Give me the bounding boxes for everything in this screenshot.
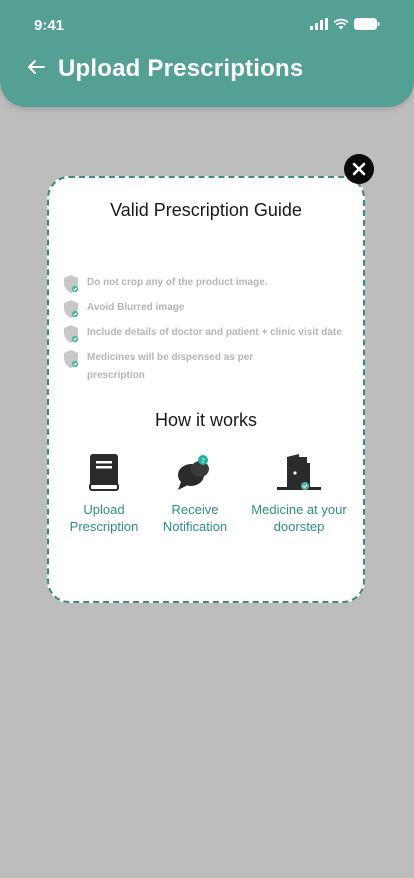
step-receive-notification: 2 Receive Notification [155,453,235,535]
rules-list: Do not crop any of the product image. Av… [63,274,363,392]
shield-check-icon [64,350,79,368]
status-icons [310,17,380,31]
signal-icon [310,18,328,30]
how-it-works-steps: Upload Prescription 2 Receive Notificati… [49,453,363,553]
rule-item: Do not crop any of the product image. [63,274,363,293]
step-label: Upload Prescription [69,502,139,534]
rule-text: Avoid Blurred image [87,302,185,313]
prescription-guide-modal: Valid Prescription Guide Do not crop any… [47,176,365,603]
page-title: Upload Prescriptions [58,55,304,82]
door-icon [277,454,321,490]
chat-notification-icon: 2 [178,455,209,490]
guide-title: Valid Prescription Guide [110,200,302,220]
rule-item: Avoid Blurred image [63,299,363,318]
wifi-icon [333,18,349,30]
rule-text: Do not crop any of the product image. [87,277,268,288]
step-label: Medicine at your doorstep [251,502,347,534]
book-icon [89,454,119,491]
rule-item: Include details of doctor and patient + … [63,324,363,343]
close-modal-button[interactable] [344,154,374,184]
back-arrow-icon[interactable] [24,55,48,79]
battery-icon [354,18,380,30]
close-icon [352,162,366,176]
shield-check-icon [64,325,79,343]
step-upload-prescription: Upload Prescription [63,453,145,535]
shield-check-icon [64,275,79,293]
rule-item: Medicines will be dispensed as per presc… [63,349,287,385]
how-it-works-title: How it works [154,410,257,430]
status-time: 9:41 [34,17,65,34]
rule-text: Medicines will be dispensed as per presc… [87,352,254,381]
rule-text: Include details of doctor and patient + … [87,327,342,338]
step-medicine-doorstep: Medicine at your doorstep [251,453,347,535]
app-header: 9:41 Upload Prescriptions [0,0,414,107]
shield-check-icon [64,300,79,318]
step-label: Receive Notification [162,502,228,534]
